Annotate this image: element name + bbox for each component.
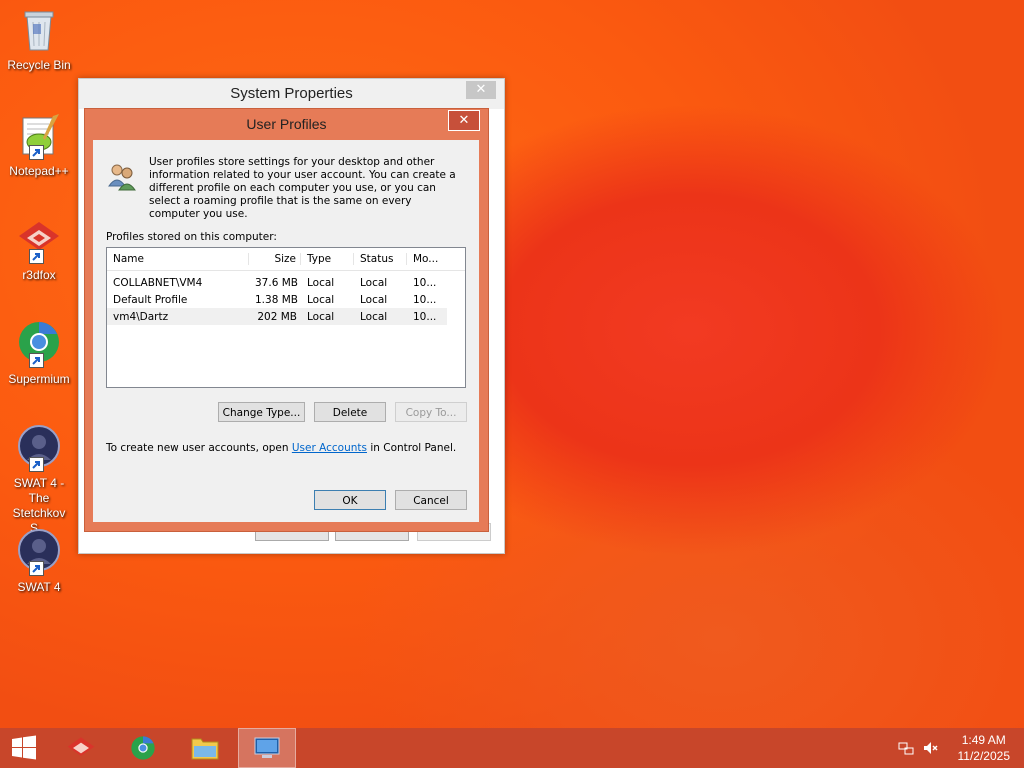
supermium-icon [131,736,155,760]
taskbar-clock[interactable]: 1:49 AM 11/2/2025 [958,732,1011,764]
cancel-button[interactable]: Cancel [395,490,467,510]
taskbar-r3dfox[interactable] [52,728,110,768]
taskbar: 1:49 AM 11/2/2025 [0,728,1024,768]
shortcut-arrow-icon [29,457,44,472]
network-tray-icon[interactable] [898,728,914,768]
footer-suffix: in Control Panel. [367,442,457,454]
cell-modified: 10... [413,310,437,323]
volume-tray-icon[interactable] [922,728,938,768]
taskbar-system-properties[interactable] [238,728,296,768]
cell-name: vm4\Dartz [113,310,169,323]
taskbar-file-explorer[interactable] [176,728,234,768]
cell-type: Local [307,276,335,289]
desktop-icon-label: SWAT 4 [17,580,61,594]
cell-type: Local [307,293,335,306]
desktop-icon-r3dfox[interactable]: r3dfox [2,216,76,282]
desktop-icon-swat4[interactable]: SWAT 4 [2,528,76,594]
close-button[interactable]: ✕ [448,110,480,131]
copy-to-button[interactable]: Copy To... [395,402,467,422]
computer-icon [254,737,280,758]
cell-status: Local [360,276,388,289]
recycle-bin-icon [15,6,63,54]
supermium-icon [15,320,63,368]
desktop-icon-supermium[interactable]: Supermium [2,320,76,386]
desktop-icon-notepadpp[interactable]: Notepad++ [2,112,76,178]
column-header-size[interactable]: Size [249,253,301,265]
cell-modified: 10... [413,293,437,306]
desktop-icon-label: SWAT 4 - The Stetchkov S... [12,476,66,535]
profiles-listview[interactable]: Name Size Type Status Mo... COLLABNET\VM… [106,247,466,388]
taskbar-supermium[interactable] [114,728,172,768]
cell-name: COLLABNET\VM4 [113,276,203,289]
change-type-button[interactable]: Change Type... [218,402,305,422]
table-row[interactable]: COLLABNET\VM4 37.6 MB Local Local 10... [107,274,465,291]
column-header-type[interactable]: Type [301,253,354,265]
cell-status: Local [360,310,388,323]
user-accounts-link[interactable]: User Accounts [292,442,367,454]
shortcut-arrow-icon [29,145,44,160]
cell-size: 37.6 MB [255,276,298,289]
cell-name: Default Profile [113,293,188,306]
windows-logo-icon [12,735,36,760]
swat4-icon [15,528,63,576]
cell-modified: 10... [413,276,437,289]
shortcut-arrow-icon [29,249,44,264]
table-row[interactable]: Default Profile 1.38 MB Local Local 10..… [107,291,465,308]
ok-button[interactable]: OK [314,490,386,510]
start-button[interactable] [0,728,53,768]
dialog-title: User Profiles [246,116,327,132]
r3dfox-icon [15,216,63,264]
desktop-icon-swat4-stetchkov[interactable]: SWAT 4 - The Stetchkov S... [2,424,76,536]
volume-muted-icon [924,742,938,754]
user-profiles-dialog: User Profiles ✕ User profiles store sett… [84,108,489,532]
network-icon [898,742,914,755]
notepadpp-icon [15,112,63,160]
cell-size: 202 MB [257,310,297,323]
column-header-modified[interactable]: Mo... [407,253,447,265]
intro-text: User profiles store settings for your de… [149,156,456,220]
footer-prefix: To create new user accounts, open [106,442,292,454]
clock-time: 1:49 AM [961,733,1006,747]
desktop-icon-label: Recycle Bin [7,58,71,72]
delete-button[interactable]: Delete [314,402,386,422]
desktop-icon-label: Supermium [8,372,70,386]
r3dfox-icon [67,737,95,756]
clock-date: 11/2/2025 [957,749,1011,763]
listview-header: Name Size Type Status Mo... [107,248,465,271]
profiles-label: Profiles stored on this computer: [106,231,277,243]
cell-type: Local [307,310,335,323]
shortcut-arrow-icon [29,353,44,368]
desktop-icon-label: Notepad++ [9,164,69,178]
users-icon [106,160,138,192]
window-title: System Properties [79,79,504,109]
cell-size: 1.38 MB [255,293,298,306]
cell-status: Local [360,293,388,306]
desktop-icon-label: r3dfox [22,268,56,282]
swat4-icon [15,424,63,472]
close-button[interactable]: ✕ [466,81,496,99]
desktop-icon-recycle-bin[interactable]: Recycle Bin [2,6,76,72]
table-row[interactable]: vm4\Dartz 202 MB Local Local 10... [107,308,447,325]
folder-icon [191,738,219,760]
column-header-name[interactable]: Name [107,253,249,265]
dialog-body: User profiles store settings for your de… [93,140,479,522]
footer-text: To create new user accounts, open User A… [106,442,456,454]
shortcut-arrow-icon [29,561,44,576]
column-header-status[interactable]: Status [354,253,407,265]
